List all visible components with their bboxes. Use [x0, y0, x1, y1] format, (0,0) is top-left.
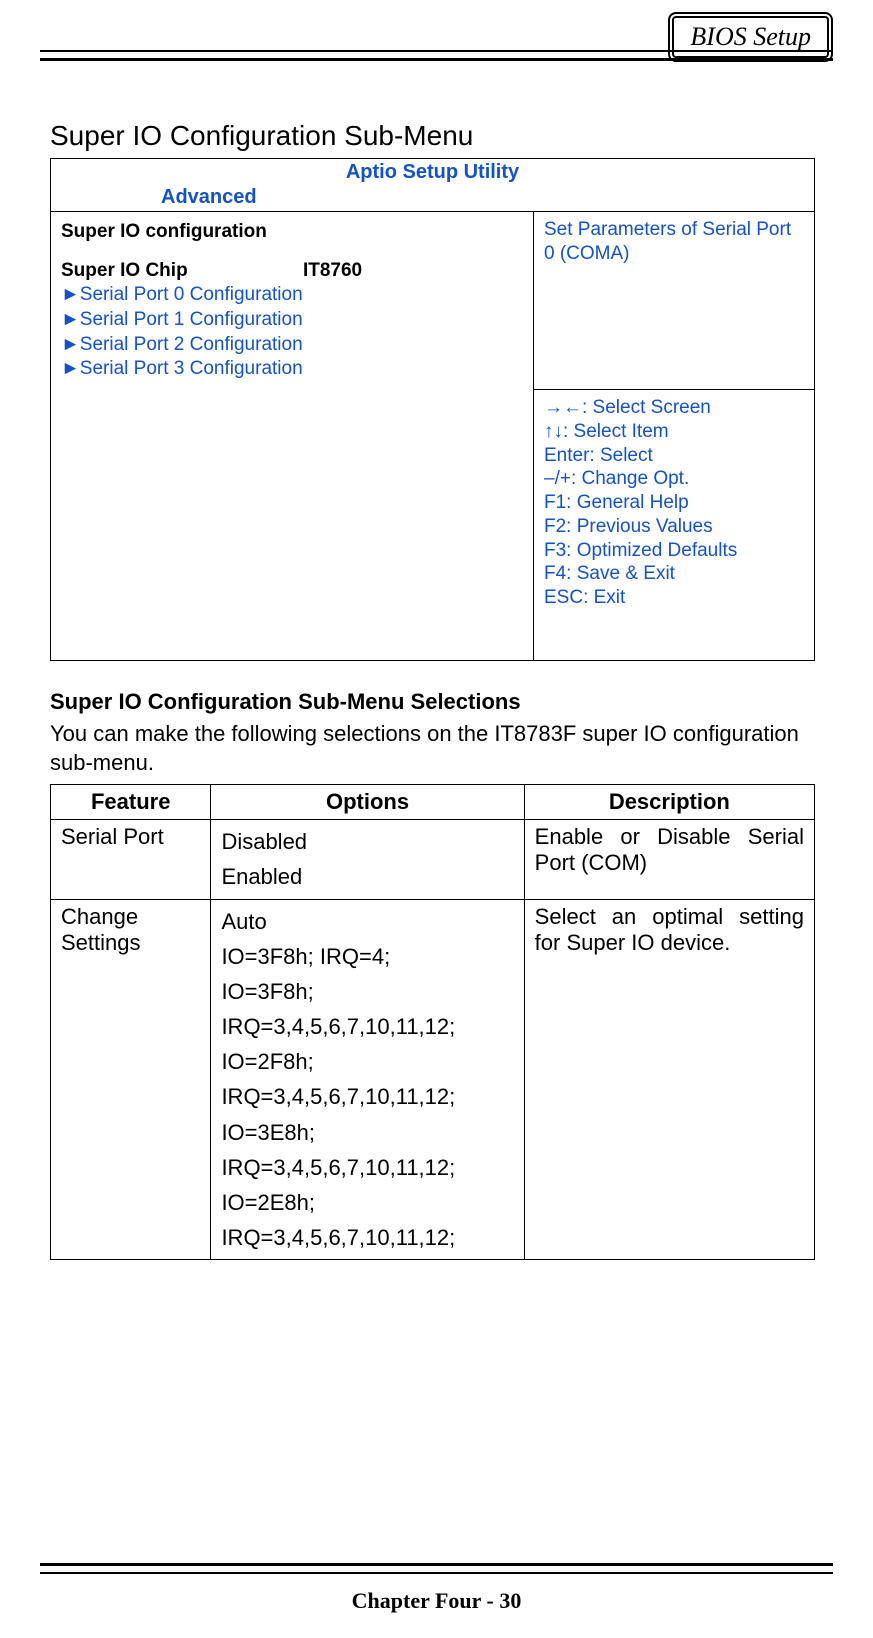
key-hint: –/+: Change Opt. — [544, 467, 804, 491]
bottom-divider — [40, 1563, 833, 1574]
bios-utility-title: Aptio Setup Utility — [51, 159, 814, 186]
bios-chip-row: Super IO Chip IT8760 — [61, 259, 523, 284]
cell-description: Select an optimal setting for Super IO d… — [524, 899, 814, 1260]
page-title: Super IO Configuration Sub-Menu — [50, 120, 833, 152]
cell-feature: Change Settings — [51, 899, 211, 1260]
th-description: Description — [524, 785, 814, 820]
bios-section-title: Super IO configuration — [61, 220, 523, 245]
bios-active-menu[interactable]: Advanced — [51, 186, 814, 211]
cell-description: Enable or Disable Serial Port (COM) — [524, 820, 814, 899]
key-hint: Enter: Select — [544, 444, 804, 468]
bios-item-serial1[interactable]: ►Serial Port 1 Configuration — [61, 308, 523, 333]
cell-options: AutoIO=3F8h; IRQ=4;IO=3F8h;IRQ=3,4,5,6,7… — [211, 899, 524, 1260]
bios-panel: Aptio Setup Utility Advanced Super IO co… — [50, 158, 815, 661]
key-hint: F2: Previous Values — [544, 515, 804, 539]
bios-item-serial3[interactable]: ►Serial Port 3 Configuration — [61, 357, 523, 382]
bios-item-serial0[interactable]: ►Serial Port 0 Configuration — [61, 283, 523, 308]
bios-chip-label: Super IO Chip — [61, 260, 188, 281]
key-hint: ESC: Exit — [544, 586, 804, 610]
cell-options: DisabledEnabled — [211, 820, 524, 899]
key-hint: F3: Optimized Defaults — [544, 539, 804, 563]
cell-feature: Serial Port — [51, 820, 211, 899]
top-divider — [40, 50, 833, 61]
table-header-row: Feature Options Description — [51, 785, 815, 820]
key-hint: ↑↓: Select Item — [544, 420, 804, 444]
selections-heading: Super IO Configuration Sub-Menu Selectio… — [50, 689, 833, 715]
bios-help-text: Set Parameters of Serial Port 0 (COMA) — [534, 212, 814, 389]
bios-left-pane: Super IO configuration Super IO Chip IT8… — [51, 212, 533, 660]
table-row: Change Settings AutoIO=3F8h; IRQ=4;IO=3F… — [51, 899, 815, 1260]
bios-chip-value: IT8760 — [303, 259, 362, 284]
th-options: Options — [211, 785, 524, 820]
bios-key-hints: →←: Select Screen ↑↓: Select Item Enter:… — [534, 389, 814, 660]
table-row: Serial Port DisabledEnabled Enable or Di… — [51, 820, 815, 899]
key-hint: →←: Select Screen — [544, 396, 804, 420]
bios-item-serial2[interactable]: ►Serial Port 2 Configuration — [61, 333, 523, 358]
bios-header: Aptio Setup Utility Advanced — [51, 159, 814, 212]
selections-intro: You can make the following selections on… — [50, 719, 815, 778]
page-footer: Chapter Four - 30 — [0, 1588, 873, 1614]
feature-table: Feature Options Description Serial Port … — [50, 784, 815, 1260]
key-hint: F4: Save & Exit — [544, 562, 804, 586]
th-feature: Feature — [51, 785, 211, 820]
key-hint: F1: General Help — [544, 491, 804, 515]
